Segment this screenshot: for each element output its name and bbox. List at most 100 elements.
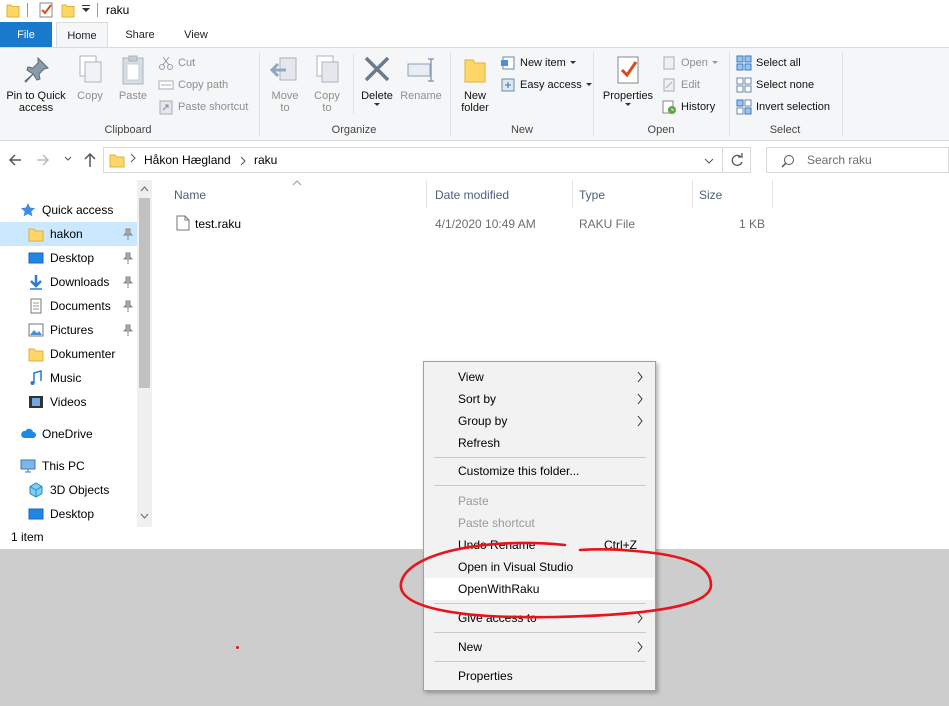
menu-item-refresh[interactable]: Refresh — [425, 432, 654, 454]
nav-item-3d-objects[interactable]: 3D Objects — [0, 478, 137, 502]
paste-button[interactable]: Paste — [112, 54, 154, 102]
nav-this-pc[interactable]: This PC — [0, 454, 137, 478]
context-menu: View Sort by Group by Refresh Customize … — [423, 361, 656, 691]
nav-item-videos[interactable]: Videos — [0, 390, 137, 414]
menu-item-paste-shortcut[interactable]: Paste shortcut — [425, 512, 654, 534]
select-all-button[interactable]: Select all — [736, 53, 801, 73]
open-label: Open — [681, 57, 708, 69]
column-separator[interactable] — [772, 180, 773, 208]
column-header-type[interactable]: Type — [579, 188, 605, 202]
move-to-button[interactable]: Move to — [266, 54, 304, 114]
search-input[interactable]: Search raku — [766, 147, 949, 173]
menu-item-paste[interactable]: Paste — [425, 490, 654, 512]
scroll-down-icon[interactable] — [140, 513, 149, 519]
select-none-button[interactable]: Select none — [736, 75, 814, 95]
breadcrumb-chevron-icon[interactable] — [240, 156, 246, 166]
nav-scrollbar[interactable] — [137, 180, 152, 527]
tab-home[interactable]: Home — [56, 22, 108, 48]
nav-item-hakon[interactable]: hakon — [0, 222, 137, 246]
ribbon-tabs: File Home Share View — [0, 22, 949, 48]
new-folder-label: New folder — [461, 90, 489, 114]
up-arrow-icon[interactable] — [83, 152, 97, 168]
column-header-size[interactable]: Size — [699, 188, 722, 202]
easy-access-button[interactable]: Easy access — [500, 75, 593, 95]
menu-separator — [434, 632, 646, 633]
new-item-button[interactable]: New item — [500, 53, 577, 73]
refresh-button[interactable] — [723, 147, 751, 173]
copy-to-button[interactable]: Copy to — [309, 54, 345, 114]
address-bar[interactable]: Håkon Hægland raku — [103, 147, 723, 173]
nav-item-dokumenter[interactable]: Dokumenter — [0, 342, 137, 366]
properties-icon — [613, 54, 643, 86]
tab-file[interactable]: File — [0, 22, 52, 48]
breadcrumb-chevron-icon[interactable] — [130, 153, 136, 163]
menu-item-view[interactable]: View — [425, 366, 654, 388]
new-folder-icon[interactable] — [61, 2, 75, 18]
sort-arrow-icon — [292, 180, 302, 186]
organize-group-label: Organize — [331, 124, 377, 136]
menu-separator — [434, 485, 646, 486]
forward-arrow-icon[interactable] — [36, 153, 50, 167]
edit-icon — [663, 78, 675, 92]
separator — [97, 3, 98, 17]
nav-onedrive[interactable]: OneDrive — [0, 422, 137, 446]
rename-button[interactable]: Rename — [399, 54, 443, 102]
properties-icon[interactable] — [38, 2, 54, 18]
file-row[interactable]: test.raku 4/1/2020 10:49 AM RAKU File 1 … — [170, 212, 772, 234]
cut-button[interactable]: Cut — [158, 53, 195, 73]
new-folder-button[interactable]: New folder — [456, 54, 494, 114]
invert-selection-button[interactable]: Invert selection — [736, 97, 830, 117]
breadcrumb-item[interactable]: raku — [254, 153, 277, 167]
menu-item-properties[interactable]: Properties — [425, 665, 654, 687]
column-header-date[interactable]: Date modified — [435, 188, 509, 202]
scroll-thumb[interactable] — [139, 198, 150, 388]
nav-item-pictures[interactable]: Pictures — [0, 318, 137, 342]
paste-shortcut-button[interactable]: Paste shortcut — [158, 97, 248, 117]
copy-path-button[interactable]: Copy path — [158, 75, 228, 95]
edit-label: Edit — [681, 79, 700, 91]
star-icon — [20, 203, 36, 217]
scroll-up-icon[interactable] — [140, 186, 149, 192]
column-header-name[interactable]: Name — [174, 188, 206, 202]
back-arrow-icon[interactable] — [8, 153, 22, 167]
menu-separator — [434, 457, 646, 458]
menu-item-group-by[interactable]: Group by — [425, 410, 654, 432]
menu-item-sort-by[interactable]: Sort by — [425, 388, 654, 410]
column-separator[interactable] — [572, 180, 573, 208]
history-button[interactable]: History — [661, 97, 715, 117]
nav-item-music[interactable]: Music — [0, 366, 137, 390]
tab-view[interactable]: View — [172, 22, 220, 48]
pin-to-quick-access-button[interactable]: Pin to Quick access — [2, 54, 70, 114]
chevron-right-icon — [637, 371, 643, 383]
tab-share[interactable]: Share — [115, 22, 165, 48]
column-separator[interactable] — [426, 180, 427, 208]
nav-item-desktop-pc[interactable]: Desktop — [0, 502, 137, 526]
clipboard-icon — [119, 54, 147, 86]
column-separator[interactable] — [692, 180, 693, 208]
customize-toolbar-icon[interactable] — [82, 4, 90, 14]
breadcrumb-item[interactable]: Håkon Hægland — [144, 153, 231, 167]
nav-item-desktop[interactable]: Desktop — [0, 246, 137, 270]
address-dropdown-chevron-icon[interactable] — [704, 158, 714, 164]
recent-locations-chevron-icon[interactable] — [64, 156, 72, 162]
nav-quick-access[interactable]: Quick access — [0, 198, 137, 222]
paste-shortcut-label: Paste shortcut — [178, 101, 249, 113]
nav-label: Dokumenter — [50, 347, 116, 361]
new-item-label: New item — [520, 57, 566, 69]
delete-button[interactable]: Delete — [358, 54, 396, 108]
select-none-icon — [736, 77, 752, 93]
menu-label: Refresh — [458, 436, 501, 450]
edit-button[interactable]: Edit — [661, 75, 700, 95]
properties-button[interactable]: Properties — [599, 54, 657, 108]
nav-item-downloads[interactable]: Downloads — [0, 270, 137, 294]
menu-item-new[interactable]: New — [425, 636, 654, 658]
open-button[interactable]: Open — [661, 53, 719, 73]
nav-item-documents[interactable]: Documents — [0, 294, 137, 318]
chevron-down-icon — [585, 83, 592, 86]
menu-label: Customize this folder... — [458, 464, 580, 478]
copy-button[interactable]: Copy — [72, 54, 108, 102]
history-label: History — [681, 101, 716, 113]
menu-item-customize[interactable]: Customize this folder... — [425, 460, 654, 482]
menu-label: New — [458, 640, 483, 654]
chevron-down-icon — [373, 102, 381, 108]
